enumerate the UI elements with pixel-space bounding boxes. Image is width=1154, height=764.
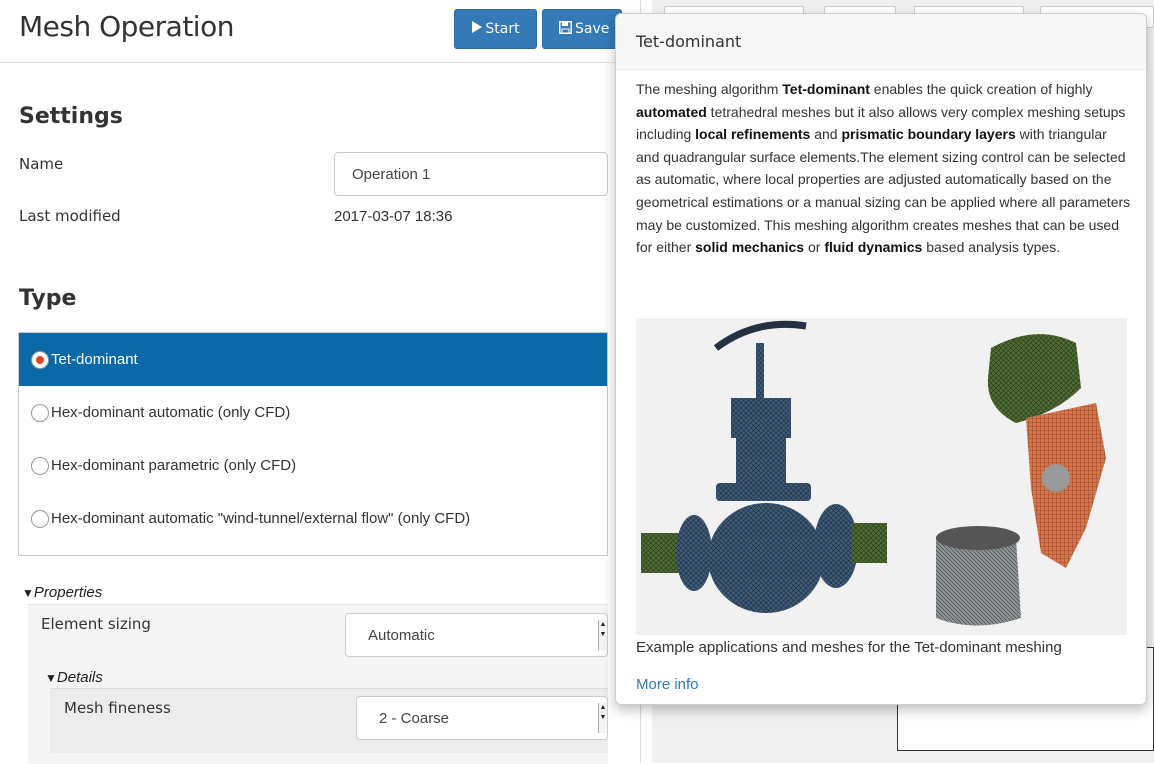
start-button[interactable]: Start (454, 9, 537, 49)
last-modified-label: Last modified (19, 207, 121, 225)
popover-emphasis: prismatic boundary layers (841, 126, 1016, 143)
radio-checked-icon[interactable] (31, 350, 49, 369)
type-option-hex-dominant-parametric[interactable]: Hex-dominant parametric (only CFD) (19, 439, 607, 492)
mesh-operation-panel: Mesh Operation Start Save Settings Name … (0, 0, 641, 764)
element-sizing-label: Element sizing (41, 615, 151, 633)
details-section: Mesh fineness 2 - Coarse ▲ ▼ (50, 688, 608, 753)
name-input[interactable] (334, 152, 608, 196)
mesh-fineness-value: 2 - Coarse (379, 709, 450, 727)
floppy-disk-icon (559, 20, 572, 38)
properties-toggle[interactable]: ▼Properties (22, 584, 102, 601)
element-sizing-select[interactable]: Automatic ▲ ▼ (345, 613, 608, 657)
popover-text: based analysis types. (922, 239, 1061, 256)
type-option-list: Tet-dominant Hex-dominant automatic (onl… (18, 332, 608, 556)
name-label: Name (19, 155, 64, 173)
radio-unchecked-icon[interactable] (31, 456, 49, 475)
popover-emphasis: Tet-dominant (782, 81, 870, 97)
popover-header: Tet-dominant (616, 14, 1146, 70)
type-option-label: Hex-dominant parametric (only CFD) (51, 457, 297, 474)
popover-emphasis: fluid dynamics (824, 239, 923, 256)
type-option-label: Hex-dominant automatic (only CFD) (51, 404, 291, 421)
type-option-label: Tet-dominant (51, 351, 138, 368)
popover-emphasis: local refinements (695, 126, 811, 143)
type-heading: Type (19, 286, 77, 311)
more-info-link[interactable]: More info (636, 676, 699, 693)
triangle-down-icon: ▼ (45, 671, 57, 685)
select-arrows-icon: ▲ ▼ (598, 620, 607, 650)
save-button[interactable]: Save (542, 9, 622, 49)
image-caption: Example applications and meshes for the … (636, 639, 1062, 656)
popover-description: The meshing algorithm Tet-dominant enabl… (636, 78, 1134, 259)
popover-text: enables the quick creation of highly (869, 81, 1093, 97)
type-option-label: Hex-dominant automatic "wind-tunnel/exte… (51, 510, 471, 527)
save-button-label: Save (575, 21, 610, 37)
triangle-down-icon: ▼ (22, 586, 34, 600)
popover-text: or (804, 239, 825, 256)
settings-heading: Settings (19, 104, 123, 129)
mesh-fineness-select[interactable]: 2 - Coarse ▲ ▼ (356, 696, 608, 740)
play-icon (471, 21, 483, 37)
popover-title: Tet-dominant (636, 32, 742, 51)
element-sizing-value: Automatic (368, 626, 435, 644)
radio-unchecked-icon[interactable] (31, 403, 49, 422)
popover-emphasis: automated (636, 103, 707, 120)
popover-text: with triangular and quadrangular surface… (636, 126, 1131, 256)
last-modified-value: 2017-03-07 18:36 (334, 208, 453, 225)
start-button-label: Start (485, 21, 520, 37)
radio-unchecked-icon[interactable] (31, 509, 49, 528)
mesh-example-image (636, 318, 1127, 635)
type-option-tet-dominant[interactable]: Tet-dominant (19, 333, 607, 386)
type-option-hex-dominant-wind-tunnel[interactable]: Hex-dominant automatic "wind-tunnel/exte… (19, 492, 607, 545)
mesh-fineness-label: Mesh fineness (64, 699, 171, 717)
page-title: Mesh Operation (19, 10, 234, 43)
popover-text: and (810, 126, 842, 143)
properties-title: Properties (33, 584, 103, 601)
tet-dominant-info-popover: Tet-dominant The meshing algorithm Tet-d… (615, 13, 1147, 705)
details-toggle[interactable]: ▼Details (45, 669, 103, 686)
details-title: Details (56, 669, 103, 686)
popover-emphasis: solid mechanics (695, 239, 805, 256)
select-arrows-icon: ▲ ▼ (598, 703, 607, 733)
popover-text: The meshing algorithm (636, 81, 783, 97)
edge-fragment (0, 660, 5, 678)
type-option-hex-dominant-automatic[interactable]: Hex-dominant automatic (only CFD) (19, 386, 607, 439)
panel-header: Mesh Operation Start Save (0, 0, 640, 63)
